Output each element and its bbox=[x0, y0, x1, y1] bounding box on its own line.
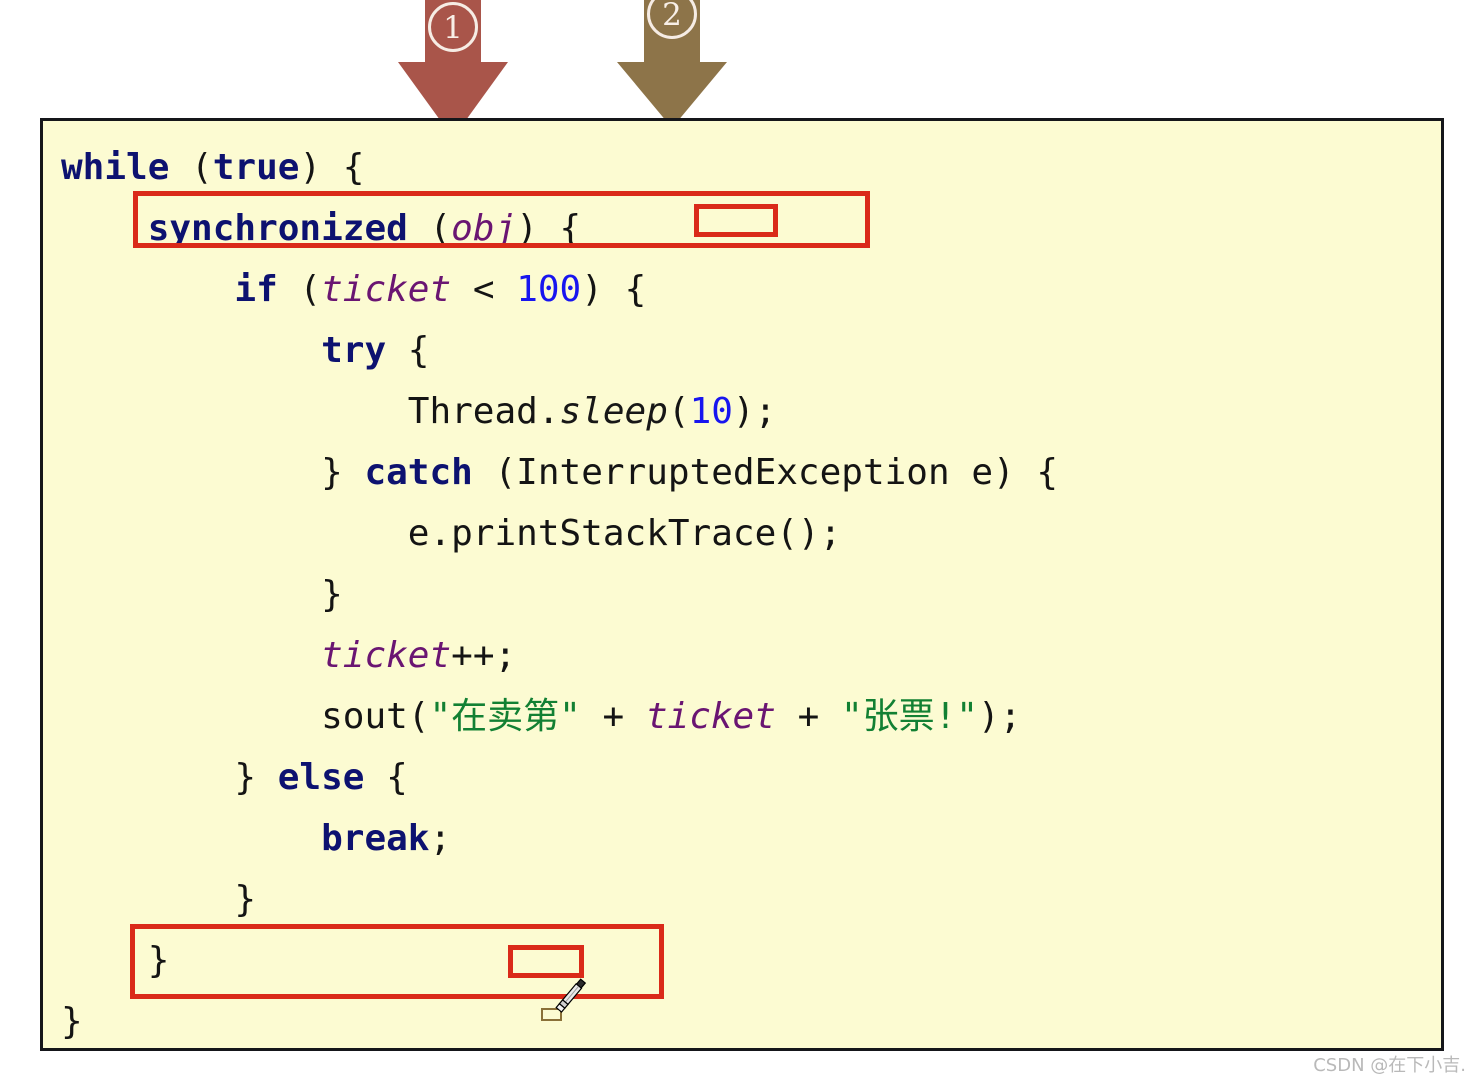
code-token: ) { bbox=[299, 147, 365, 188]
code-token: true bbox=[212, 147, 300, 188]
code-token: } bbox=[321, 452, 365, 493]
code-token: } bbox=[61, 1001, 83, 1042]
code-line: } catch (InterruptedException e) { bbox=[61, 442, 1058, 503]
code-token: { bbox=[386, 330, 430, 371]
code-token: "在卖第" bbox=[429, 696, 581, 737]
code-token: ticket bbox=[321, 269, 452, 310]
code-token: } bbox=[234, 757, 278, 798]
code-token: { bbox=[364, 757, 408, 798]
code-token: else bbox=[277, 757, 365, 798]
code-token: 100 bbox=[516, 269, 582, 310]
code-line: if (ticket < 100) { bbox=[61, 259, 1058, 320]
code-token: ) { bbox=[581, 269, 647, 310]
code-line: sout("在卖第" + ticket + "张票!"); bbox=[61, 686, 1058, 747]
code-token: } bbox=[234, 879, 257, 920]
code-token: ; bbox=[429, 818, 452, 859]
code-line: ticket++; bbox=[61, 625, 1058, 686]
code-token: while bbox=[61, 147, 170, 188]
code-token: e.printStackTrace(); bbox=[407, 513, 842, 554]
code-panel: while (true) { synchronized (obj) { if (… bbox=[40, 118, 1444, 1051]
code-token: ( bbox=[277, 269, 322, 310]
arrow-1-number-badge: 1 bbox=[428, 2, 478, 52]
code-token: sout( bbox=[321, 696, 430, 737]
code-token: ++; bbox=[451, 635, 517, 676]
code-token: ( bbox=[667, 391, 690, 432]
code-token: "张票!" bbox=[840, 696, 978, 737]
code-token: ); bbox=[977, 696, 1022, 737]
code-line: e.printStackTrace(); bbox=[61, 503, 1058, 564]
watermark-text: CSDN @在下小吉. bbox=[1313, 1055, 1466, 1076]
code-token: break bbox=[321, 818, 430, 859]
code-token: (InterruptedException e) { bbox=[472, 452, 1059, 493]
code-listing: while (true) { synchronized (obj) { if (… bbox=[43, 121, 1058, 1052]
code-token: try bbox=[321, 330, 387, 371]
code-line: break; bbox=[61, 808, 1058, 869]
code-token: < bbox=[451, 269, 517, 310]
code-token: if bbox=[234, 269, 278, 310]
code-token: ticket bbox=[645, 696, 776, 737]
code-token: ); bbox=[732, 391, 777, 432]
code-token: + bbox=[580, 696, 646, 737]
code-token: + bbox=[775, 696, 841, 737]
code-token: Thread. bbox=[407, 391, 560, 432]
code-line: Thread.sleep(10); bbox=[61, 381, 1058, 442]
code-token: sleep bbox=[559, 391, 668, 432]
code-line: while (true) { bbox=[61, 137, 1058, 198]
code-line: try { bbox=[61, 320, 1058, 381]
code-token: 10 bbox=[689, 391, 733, 432]
code-token: ( bbox=[169, 147, 213, 188]
highlight-box-synchronized-inner-marker bbox=[694, 204, 778, 237]
code-line: } bbox=[61, 564, 1058, 625]
pencil-cursor-icon bbox=[555, 978, 587, 1013]
code-token: catch bbox=[364, 452, 473, 493]
code-line: } bbox=[61, 869, 1058, 930]
code-line: } else { bbox=[61, 747, 1058, 808]
code-token: ticket bbox=[321, 635, 452, 676]
code-token: } bbox=[321, 574, 343, 615]
